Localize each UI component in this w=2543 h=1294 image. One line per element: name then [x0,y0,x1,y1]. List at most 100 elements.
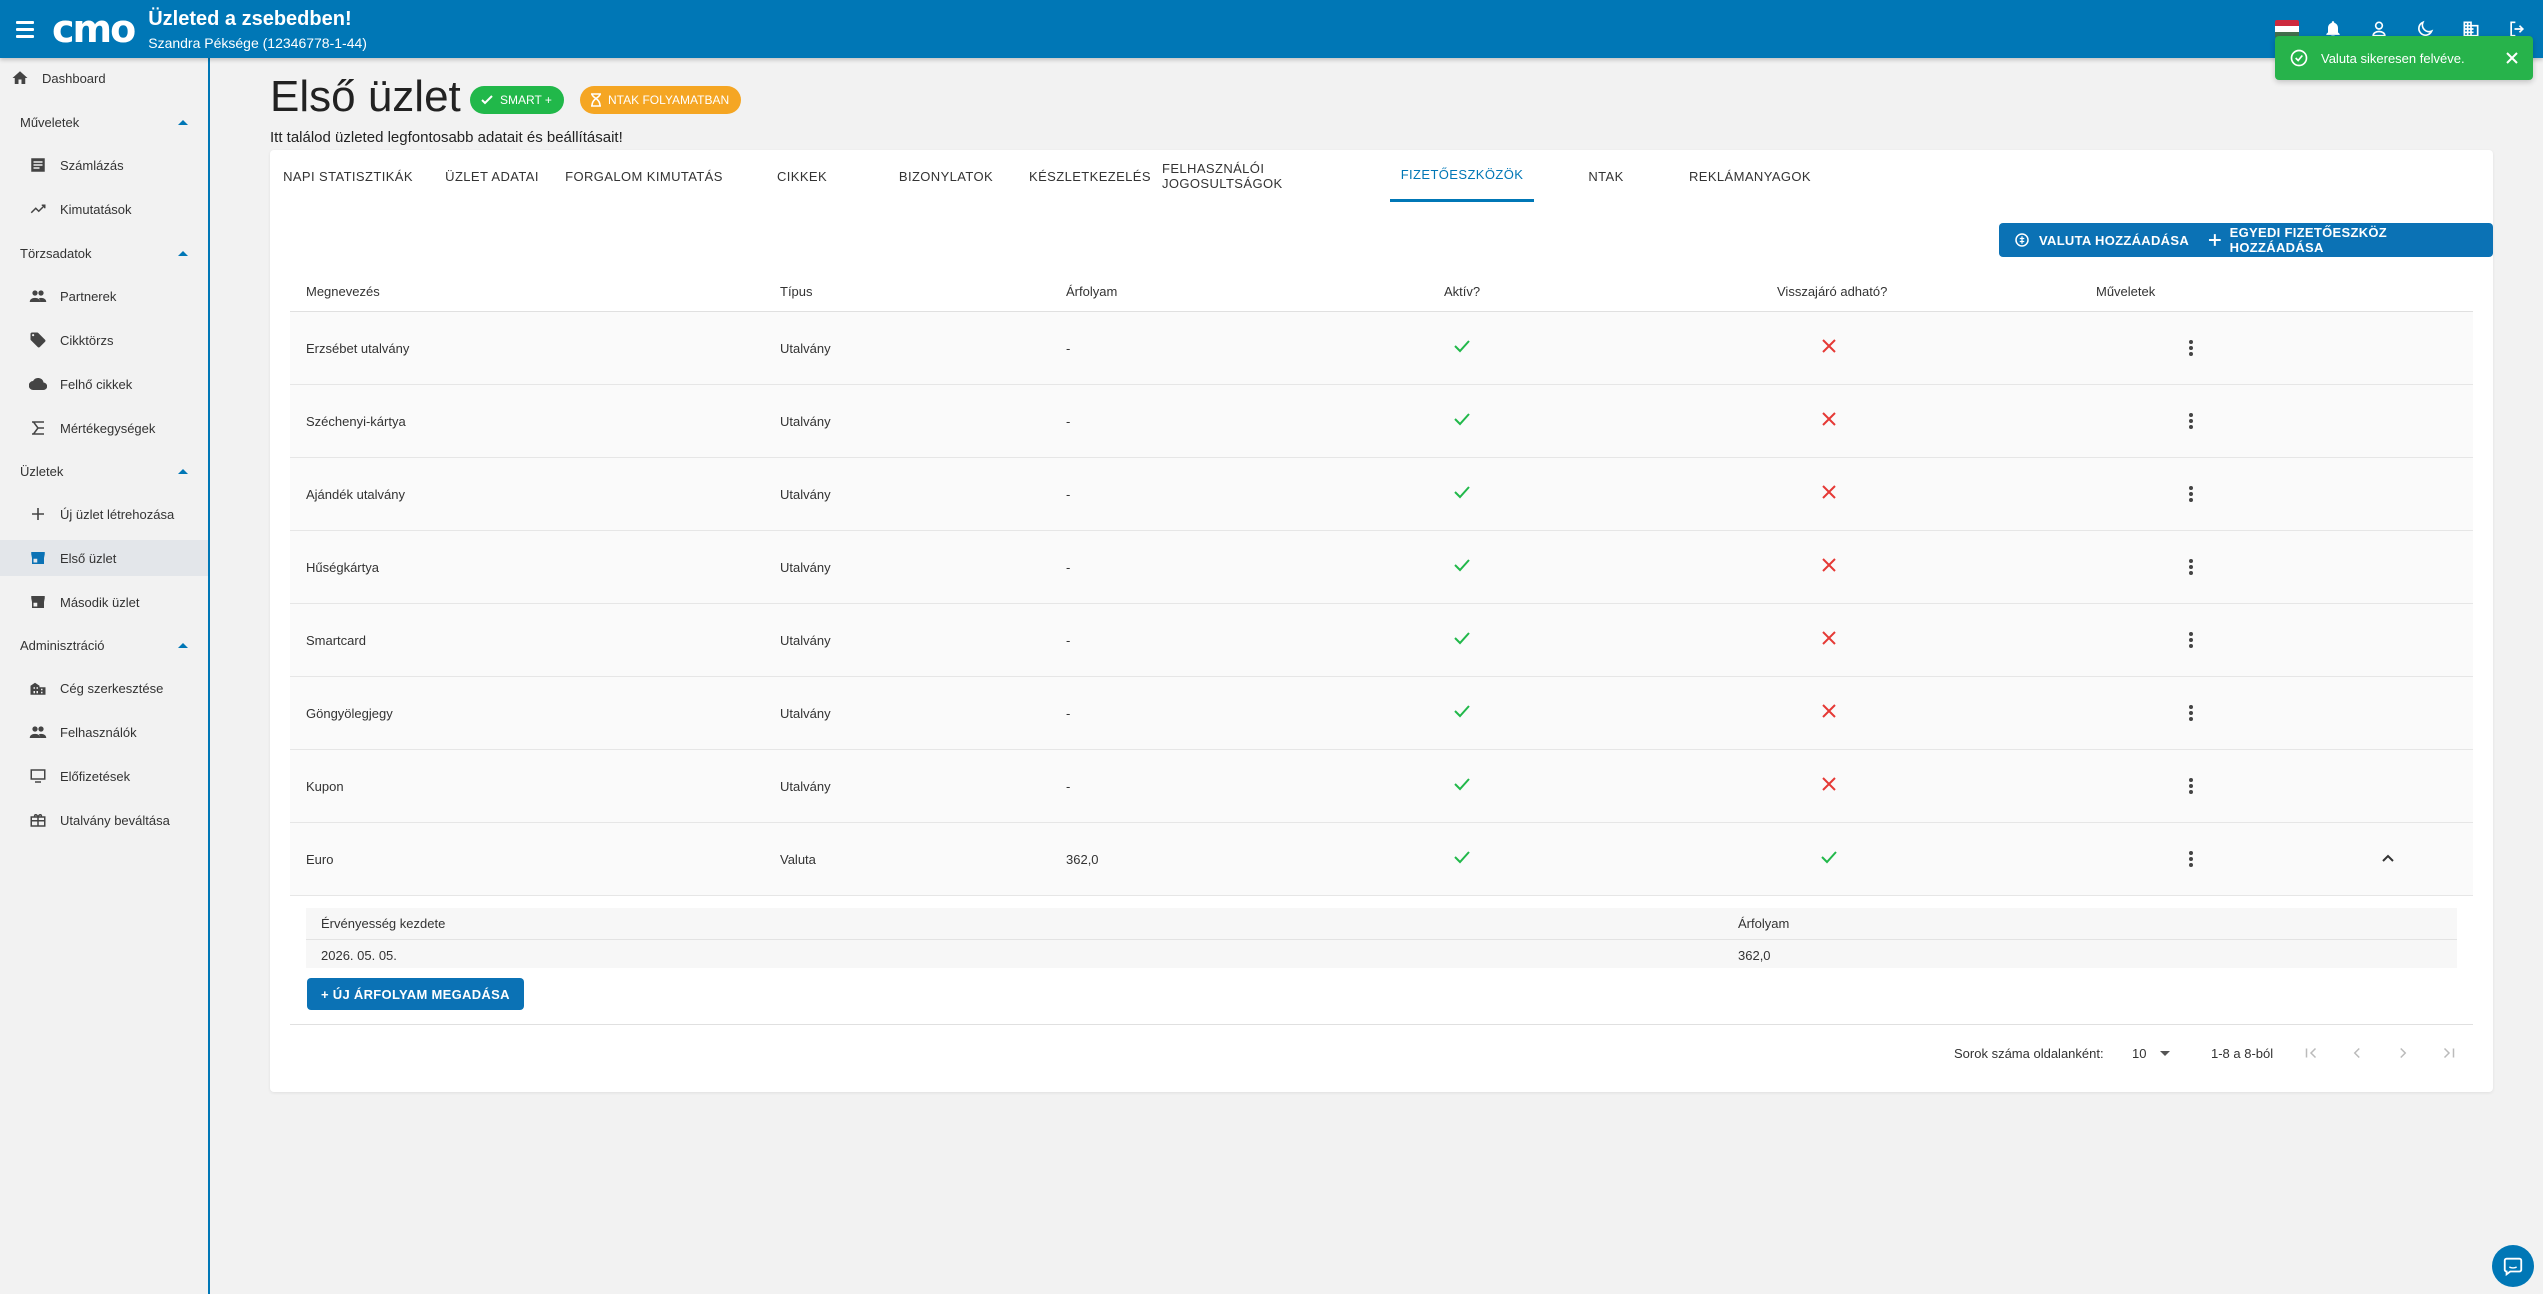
sidebar-item-felho-cikkek[interactable]: Felhő cikkek [0,366,208,402]
sidebar-item-szamlazas[interactable]: Számlázás [0,147,208,183]
more-actions-icon[interactable] [2188,557,2194,577]
header-arfolyam[interactable]: Árfolyam [1066,284,1117,299]
sidebar-item-uj-uzlet[interactable]: Új üzlet létrehozása [0,496,208,532]
chart-line-icon [28,199,48,219]
sidebar-item-kimutatasok[interactable]: Kimutatások [0,191,208,227]
section-muveletek[interactable]: Műveletek [0,104,208,140]
new-rate-button[interactable]: + ÚJ ÁRFOLYAM MEGADÁSA [307,978,524,1010]
chat-support-button[interactable] [2492,1245,2534,1287]
tab-forgalom-kimutatas[interactable]: FORGALOM KIMUTATÁS [558,150,730,202]
table-row[interactable]: Göngyölegjegy Utalvány - [290,677,2473,750]
first-page-icon[interactable] [2302,1044,2320,1062]
payment-rate: - [1066,487,1071,502]
active-check-icon [1453,556,1471,574]
sidebar-item-cikktorzs[interactable]: Cikktörzs [0,322,208,358]
more-actions-icon[interactable] [2188,630,2194,650]
payment-type: Utalvány [780,341,831,356]
table-row[interactable]: Smartcard Utalvány - [290,604,2473,677]
sidebar-item-label: Dashboard [42,70,106,86]
sidebar-item-label: Partnerek [60,288,117,304]
header-rate: Árfolyam [1738,916,1790,931]
chat-icon [2503,1257,2523,1277]
table-row[interactable]: Széchenyi-kártya Utalvány - [290,385,2473,458]
table-row[interactable]: Kupon Utalvány - [290,750,2473,823]
chevron-up-icon[interactable] [2381,851,2395,868]
sidebar-item-elofizetesek[interactable]: Előfizetések [0,758,208,794]
table-row[interactable]: Erzsébet utalvány Utalvány - [290,312,2473,385]
payment-name: Euro [306,852,334,867]
sidebar-item-label: Utalvány beváltása [60,812,170,828]
more-actions-icon[interactable] [2188,338,2194,358]
table-row[interactable]: Ajándék utalvány Utalvány - [290,458,2473,531]
more-actions-icon[interactable] [2188,776,2194,796]
prev-page-icon[interactable] [2348,1044,2366,1062]
last-page-icon[interactable] [2440,1044,2458,1062]
pagination-controls [2302,1038,2458,1068]
app-logo[interactable]: cmo [52,10,136,48]
sidebar-item-utalvany-bevaltasa[interactable]: Utalvány beváltása [0,802,208,838]
plus-icon [28,504,48,524]
payment-name: Széchenyi-kártya [306,414,406,429]
sidebar-item-masodik-uzlet[interactable]: Második üzlet [0,584,208,620]
change-denied-cross-icon [1820,483,1838,501]
section-label: Üzletek [20,463,64,479]
toast-message: Valuta sikeresen felvéve. [2321,50,2465,66]
rows-per-page-select[interactable]: 10 [2132,1038,2171,1068]
sidebar-item-label: Új üzlet létrehozása [60,506,175,522]
tab-keszletkezeles[interactable]: KÉSZLETKEZELÉS [1018,150,1162,202]
sidebar-item-elso-uzlet[interactable]: Első üzlet [0,540,208,576]
section-label: Törzsadatok [20,245,92,261]
sidebar-item-mertekegysegek[interactable]: Mértékegységek [0,410,208,446]
sidebar-item-dashboard[interactable]: Dashboard [0,60,208,96]
close-icon[interactable] [2505,51,2519,65]
header-tipus[interactable]: Típus [780,284,813,299]
tab-bizonylatok[interactable]: BIZONYLATOK [874,150,1018,202]
add-currency-button[interactable]: VALUTA HOZZÁADÁSA [1999,223,2204,257]
tab-felhasznaloi-jogosultsagok[interactable]: FELHASZNÁLÓI JOGOSULTSÁGOK [1162,150,1374,202]
tab-cikkek[interactable]: CIKKEK [730,150,874,202]
section-adminisztracio[interactable]: Adminisztráció [0,627,208,663]
add-custom-payment-button[interactable]: EGYEDI FIZETŐESZKÖZ HOZZÁADÁSA [2194,223,2493,257]
sidebar-item-label: Felhő cikkek [60,376,133,392]
more-actions-icon[interactable] [2188,484,2194,504]
content-card: NAPI STATISZTIKÁK ÜZLET ADATAI FORGALOM … [270,150,2493,1092]
header-aktiv[interactable]: Aktív? [1444,284,1480,299]
tab-fizetoeszkozok[interactable]: FIZETŐESZKÖZÖK [1390,150,1534,202]
payment-name: Erzsébet utalvány [306,341,410,356]
change-denied-cross-icon [1820,702,1838,720]
people-icon [28,722,48,742]
tag-icon [28,330,48,350]
sidebar-item-felhasznalok[interactable]: Felhasználók [0,714,208,750]
payment-name: Hűségkártya [306,560,379,575]
table-row[interactable]: Hűségkártya Utalvány - [290,531,2473,604]
more-actions-icon[interactable] [2188,411,2194,431]
page-title: Első üzlet [270,72,461,121]
active-check-icon [1453,775,1471,793]
next-page-icon[interactable] [2394,1044,2412,1062]
menu-icon[interactable] [16,16,42,42]
success-toast: Valuta sikeresen felvéve. [2275,36,2533,80]
tab-uzlet-adatai[interactable]: ÜZLET ADATAI [426,150,558,202]
table-header: Megnevezés Típus Árfolyam Aktív? Visszaj… [290,272,2473,312]
check-circle-icon [2290,49,2308,67]
tab-napi-statisztikak[interactable]: NAPI STATISZTIKÁK [270,150,426,202]
payment-rate: - [1066,414,1071,429]
sidebar-item-label: Első üzlet [60,550,117,566]
sidebar-item-ceg-szerkesztese[interactable]: Cég szerkesztése [0,670,208,706]
tab-reklamanyagok[interactable]: REKLÁMANYAGOK [1678,150,1822,202]
payment-rate: - [1066,341,1071,356]
section-uzletek[interactable]: Üzletek [0,453,208,489]
section-torzsadatok[interactable]: Törzsadatok [0,235,208,271]
header-megnevezes[interactable]: Megnevezés [306,284,380,299]
more-actions-icon[interactable] [2188,849,2194,869]
monitor-icon [28,766,48,786]
home-icon [10,68,30,88]
tab-ntak[interactable]: NTAK [1534,150,1678,202]
store-icon [28,592,48,612]
collapse-icon [178,468,188,474]
more-actions-icon[interactable] [2188,703,2194,723]
sidebar-item-partnerek[interactable]: Partnerek [0,278,208,314]
table-row[interactable]: Euro Valuta 362,0 [290,823,2473,896]
active-check-icon [1453,702,1471,720]
header-visszajaro[interactable]: Visszajáró adható? [1777,284,1887,299]
